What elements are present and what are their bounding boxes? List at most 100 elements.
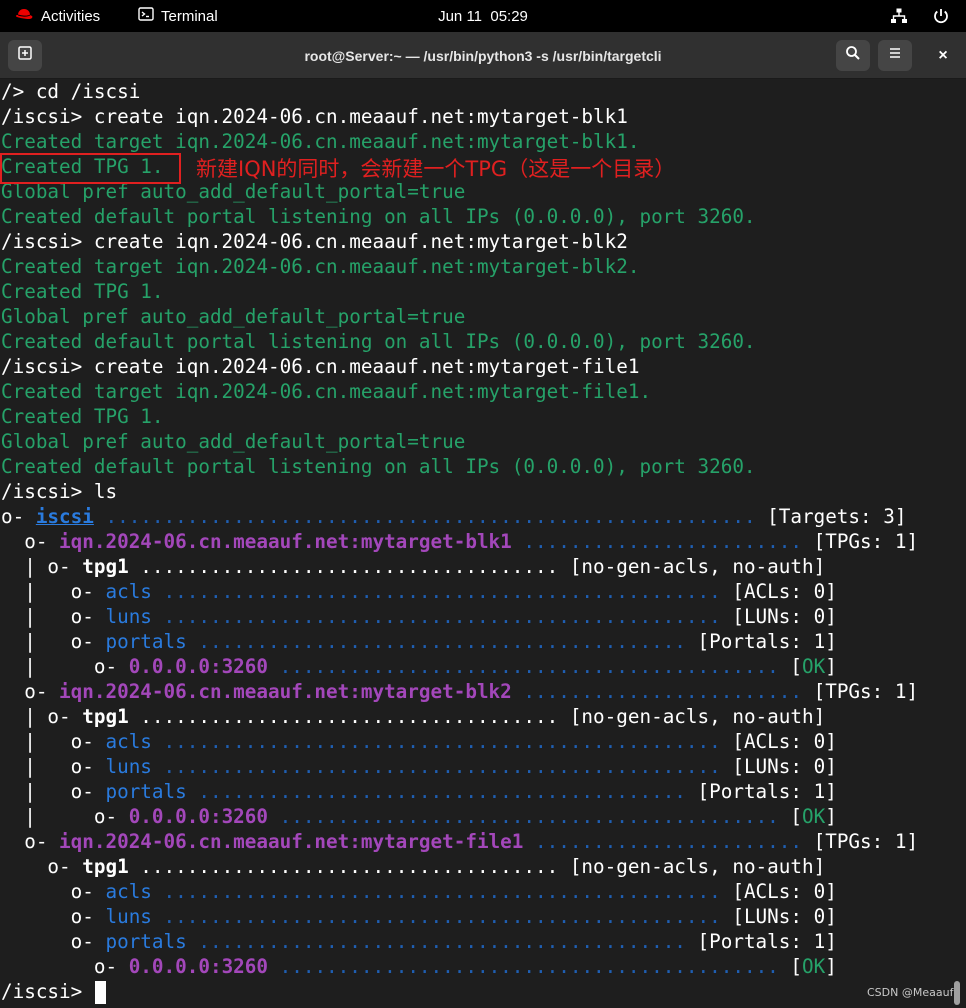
- terminal-text-segment: o-: [1, 830, 60, 853]
- terminal-line: Created default portal listening on all …: [1, 454, 951, 479]
- terminal-line: | o- luns ..............................…: [1, 754, 951, 779]
- terminal-text-segment: tpg1: [82, 555, 129, 578]
- app-menu-terminal[interactable]: Terminal: [138, 0, 218, 32]
- terminal-text-segment: o-: [1, 855, 83, 878]
- terminal-text-segment: o-: [1, 505, 36, 528]
- terminal-text-segment: iqn.2024-06.cn.meaauf.net:mytarget-blk1: [59, 530, 512, 553]
- terminal-text-segment: [Targets: 3]: [767, 505, 907, 528]
- power-icon[interactable]: [932, 7, 950, 29]
- terminal-text-segment: [no-gen-acls, no-auth]: [569, 555, 826, 578]
- terminal-line: Created target iqn.2024-06.cn.meaauf.net…: [1, 379, 951, 404]
- terminal-text-segment: [ACLs: 0]: [732, 730, 837, 753]
- shell-prompt: /iscsi>: [1, 980, 94, 1003]
- terminal-text-segment: /iscsi> ls: [1, 480, 118, 503]
- close-button[interactable]: ×: [928, 40, 958, 71]
- terminal-text-segment: OK: [802, 805, 826, 828]
- terminal-line: | o- acls ..............................…: [1, 579, 951, 604]
- terminal-text-segment: ........................................…: [151, 580, 733, 603]
- terminal-text-segment: [LUNs: 0]: [732, 755, 837, 778]
- activities-button[interactable]: Activities: [14, 0, 100, 32]
- terminal-text-segment: Created default portal listening on all …: [1, 205, 756, 228]
- terminal-text-segment: o-: [1, 530, 60, 553]
- terminal-text-segment: ........................: [511, 680, 814, 703]
- terminal-line: | o- 0.0.0.0:3260 ......................…: [1, 804, 951, 829]
- terminal-text-segment: ........................................…: [268, 655, 791, 678]
- terminal-line: Created TPG 1.: [1, 404, 951, 429]
- terminal-text-segment: Created default portal listening on all …: [1, 455, 756, 478]
- terminal-text-segment: | o-: [1, 730, 106, 753]
- terminal-line: | o- 0.0.0.0:3260 ......................…: [1, 654, 951, 679]
- terminal-text-segment: ........................................…: [186, 930, 698, 953]
- network-icon[interactable]: [890, 7, 908, 29]
- terminal-output[interactable]: /> cd /iscsi/iscsi> create iqn.2024-06.c…: [1, 79, 951, 1008]
- redhat-logo-icon: [14, 6, 34, 26]
- terminal-text-segment: acls: [105, 580, 152, 603]
- app-menu-label: Terminal: [161, 7, 218, 25]
- terminal-text-segment: /iscsi> create iqn.2024-06.cn.meaauf.net…: [1, 105, 628, 128]
- terminal-text-segment: ]: [825, 805, 837, 828]
- terminal-text-segment: ........................................…: [93, 505, 768, 528]
- terminal-line: o- iscsi ...............................…: [1, 504, 951, 529]
- terminal-text-segment: portals: [105, 630, 187, 653]
- terminal-text-segment: o-: [1, 880, 106, 903]
- terminal-text-segment: | o-: [1, 805, 129, 828]
- terminal-line: | o- portals ...........................…: [1, 629, 951, 654]
- terminal-line: | o- portals ...........................…: [1, 779, 951, 804]
- terminal-line: /iscsi> create iqn.2024-06.cn.meaauf.net…: [1, 354, 951, 379]
- terminal-text-segment: [Portals: 1]: [697, 630, 837, 653]
- terminal-line: Global pref auto_add_default_portal=true: [1, 429, 951, 454]
- terminal-line: Created TPG 1.: [1, 279, 951, 304]
- terminal-text-segment: ........................................…: [268, 805, 791, 828]
- annotation-text: 新建IQN的同时，会新建一个TPG（这是一个目录）: [196, 157, 676, 181]
- terminal-text-segment: /iscsi> create iqn.2024-06.cn.meaauf.net…: [1, 230, 628, 253]
- clock[interactable]: Jun 11 05:29: [438, 8, 528, 25]
- menu-button[interactable]: [878, 40, 912, 71]
- terminal-scrollbar[interactable]: [954, 981, 960, 1005]
- terminal-text-segment: portals: [105, 780, 187, 803]
- terminal-text-segment: [ACLs: 0]: [732, 580, 837, 603]
- terminal-text-segment: ]: [825, 655, 837, 678]
- terminal-line: | o- luns ..............................…: [1, 604, 951, 629]
- close-icon: ×: [938, 46, 948, 64]
- terminal-line: /> cd /iscsi: [1, 79, 951, 104]
- terminal-text-segment: [LUNs: 0]: [732, 605, 837, 628]
- watermark: CSDN @Meaauf: [867, 986, 954, 999]
- terminal-text-segment: acls: [105, 730, 152, 753]
- terminal-text-segment: [Portals: 1]: [697, 780, 837, 803]
- hamburger-menu-icon: [888, 46, 902, 65]
- terminal-line: o- iqn.2024-06.cn.meaauf.net:mytarget-bl…: [1, 529, 951, 554]
- terminal-text-segment: Created target iqn.2024-06.cn.meaauf.net…: [1, 380, 652, 403]
- terminal-text-segment: ........................................…: [151, 880, 733, 903]
- terminal-line: o- 0.0.0.0:3260 ........................…: [1, 954, 951, 979]
- terminal-text-segment: luns: [105, 755, 152, 778]
- terminal-prompt-line[interactable]: /iscsi>: [1, 979, 951, 1004]
- terminal-line: | o- tpg1 ..............................…: [1, 704, 951, 729]
- terminal-line: o- luns ................................…: [1, 904, 951, 929]
- terminal-line: o- portals .............................…: [1, 929, 951, 954]
- gnome-top-bar: Activities Terminal Jun 11 05:29: [0, 0, 966, 32]
- terminal-text-segment: Global pref auto_add_default_portal=true: [1, 430, 466, 453]
- terminal-line: Created target iqn.2024-06.cn.meaauf.net…: [1, 129, 951, 154]
- terminal-text-segment: [Portals: 1]: [697, 930, 837, 953]
- terminal-text-segment: o-: [1, 930, 106, 953]
- terminal-line: o- iqn.2024-06.cn.meaauf.net:mytarget-fi…: [1, 829, 951, 854]
- terminal-text-segment: Created TPG 1.: [1, 405, 164, 428]
- terminal-text-segment: [: [790, 655, 802, 678]
- terminal-text-segment: | o-: [1, 655, 129, 678]
- terminal-text-segment: ........................................…: [151, 755, 733, 778]
- search-button[interactable]: [836, 40, 870, 71]
- terminal-text-segment: | o-: [1, 705, 83, 728]
- terminal-text-segment: OK: [802, 955, 826, 978]
- terminal-line: | o- acls ..............................…: [1, 729, 951, 754]
- terminal-line: /iscsi> create iqn.2024-06.cn.meaauf.net…: [1, 229, 951, 254]
- terminal-line: Created default portal listening on all …: [1, 329, 951, 354]
- terminal-text-segment: | o-: [1, 605, 106, 628]
- annotation-box: [0, 153, 181, 184]
- terminal-line: Global pref auto_add_default_portal=true: [1, 304, 951, 329]
- terminal-line: o- tpg1 ................................…: [1, 854, 951, 879]
- terminal-text-segment: iqn.2024-06.cn.meaauf.net:mytarget-blk2: [59, 680, 512, 703]
- terminal-text-segment: Global pref auto_add_default_portal=true: [1, 305, 466, 328]
- new-tab-button[interactable]: [8, 40, 42, 71]
- terminal-text-segment: Created TPG 1.: [1, 280, 164, 303]
- terminal-text-segment: iqn.2024-06.cn.meaauf.net:mytarget-file1: [59, 830, 524, 853]
